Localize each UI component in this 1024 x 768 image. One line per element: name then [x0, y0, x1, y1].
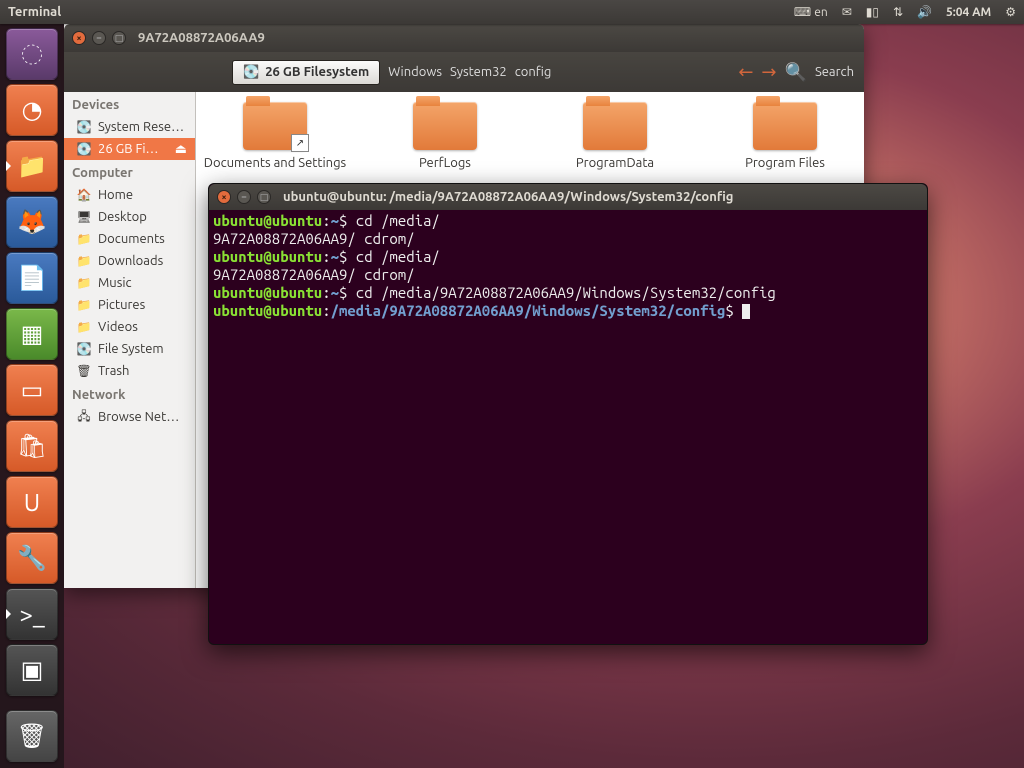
- keyboard-indicator[interactable]: ⌨ en: [794, 5, 828, 19]
- sidebar-heading: Devices: [64, 92, 195, 116]
- terminal-window: × – □ ubuntu@ubuntu: /media/9A72A08872A0…: [208, 183, 928, 645]
- launcher-workspace[interactable]: ▣: [6, 644, 58, 696]
- file-manager-titlebar[interactable]: × – □ 9A72A08872A06AA9: [64, 24, 864, 52]
- launcher-calc[interactable]: ▦: [6, 308, 58, 360]
- sidebar-item[interactable]: 💽 File System: [64, 338, 195, 360]
- drive-icon: 💽: [243, 65, 259, 80]
- window-close-icon[interactable]: ×: [217, 190, 231, 204]
- sidebar-item[interactable]: 🖧 Browse Net…: [64, 406, 195, 428]
- network-indicator[interactable]: ⇅: [893, 5, 903, 19]
- window-close-icon[interactable]: ×: [72, 31, 86, 45]
- nav-back-icon[interactable]: ←: [738, 62, 753, 83]
- launcher-firefox[interactable]: 🦊: [6, 196, 58, 248]
- terminal-output[interactable]: ubuntu@ubuntu:~$ cd /media/ 9A72A08872A0…: [209, 210, 927, 644]
- sidebar-item[interactable]: 📁 Pictures: [64, 294, 195, 316]
- launcher-disk-install[interactable]: ◔: [6, 84, 58, 136]
- sidebar-item-label: Documents: [98, 232, 165, 246]
- place-icon: 📁: [76, 275, 92, 291]
- launcher-settings[interactable]: 🔧: [6, 532, 58, 584]
- folder-label: Documents and Settings: [200, 156, 350, 170]
- sidebar-item[interactable]: 🖥 Desktop: [64, 206, 195, 228]
- sidebar-item[interactable]: 📁 Music: [64, 272, 195, 294]
- terminal-title: ubuntu@ubuntu: /media/9A72A08872A06AA9/W…: [283, 190, 733, 204]
- breadcrumb-seg[interactable]: System32: [450, 65, 507, 79]
- sidebar-item[interactable]: 📁 Downloads: [64, 250, 195, 272]
- place-icon: 🖥: [76, 209, 92, 225]
- launcher-software[interactable]: 🛍: [6, 420, 58, 472]
- sidebar-item-label: Trash: [98, 364, 129, 378]
- top-panel: Terminal ⌨ en ✉ ▮▯ ⇅ 🔊 5:04 AM ⚙: [0, 0, 1024, 24]
- file-manager-title: 9A72A08872A06AA9: [138, 31, 265, 45]
- clock[interactable]: 5:04 AM: [946, 6, 991, 19]
- sidebar-item-label: Browse Net…: [98, 410, 179, 424]
- sidebar-item-label: Pictures: [98, 298, 145, 312]
- launcher-ubuntu-one[interactable]: U: [6, 476, 58, 528]
- folder-label: PerfLogs: [370, 156, 520, 170]
- folder-icon: [753, 102, 817, 150]
- sidebar-heading: Network: [64, 382, 195, 406]
- place-icon: 💽: [76, 141, 92, 157]
- place-icon: 📁: [76, 319, 92, 335]
- launcher-writer[interactable]: 📄: [6, 252, 58, 304]
- launcher-trash[interactable]: 🗑: [6, 710, 58, 762]
- file-manager-toolbar: 💽 26 GB Filesystem Windows System32 conf…: [64, 52, 864, 92]
- window-minimize-icon[interactable]: –: [237, 190, 251, 204]
- folder-label: Program Files: [710, 156, 860, 170]
- place-icon: 📁: [76, 297, 92, 313]
- folder-icon: [583, 102, 647, 150]
- sidebar-item[interactable]: 📁 Documents: [64, 228, 195, 250]
- sidebar-item-label: Videos: [98, 320, 138, 334]
- place-icon: 💽: [76, 341, 92, 357]
- breadcrumb-seg[interactable]: config: [515, 65, 552, 79]
- sidebar-item[interactable]: 💽 26 GB Fi… ⏏: [64, 138, 195, 160]
- terminal-titlebar[interactable]: × – □ ubuntu@ubuntu: /media/9A72A08872A0…: [209, 184, 927, 210]
- indicator-area: ⌨ en ✉ ▮▯ ⇅ 🔊 5:04 AM ⚙: [794, 5, 1024, 19]
- window-maximize-icon[interactable]: □: [257, 190, 271, 204]
- sidebar-item-label: File System: [98, 342, 164, 356]
- sidebar-item-label: Downloads: [98, 254, 163, 268]
- launcher: ◌◔📁🦊📄▦▭🛍U🔧>_▣ 🗑: [0, 24, 64, 768]
- search-icon[interactable]: 🔍: [785, 62, 807, 83]
- focused-app-title: Terminal: [0, 5, 794, 19]
- window-maximize-icon[interactable]: □: [112, 31, 126, 45]
- folder-icon: [243, 102, 307, 150]
- sidebar-item[interactable]: 💽 System Rese…: [64, 116, 195, 138]
- eject-icon[interactable]: ⏏: [175, 142, 187, 157]
- launcher-dash[interactable]: ◌: [6, 28, 58, 80]
- launcher-terminal[interactable]: >_: [6, 588, 58, 640]
- nav-forward-icon[interactable]: →: [761, 62, 776, 83]
- battery-indicator[interactable]: ▮▯: [866, 5, 879, 19]
- sidebar-item-label: Music: [98, 276, 132, 290]
- place-icon: 📁: [76, 253, 92, 269]
- sound-indicator[interactable]: 🔊: [917, 5, 932, 19]
- sidebar-item[interactable]: 📁 Videos: [64, 316, 195, 338]
- sidebar-item[interactable]: 🗑 Trash: [64, 360, 195, 382]
- folder-icon: [413, 102, 477, 150]
- place-icon: 📁: [76, 231, 92, 247]
- sidebar-item-label: Home: [98, 188, 133, 202]
- sidebar-item-label: System Rese…: [98, 120, 184, 134]
- launcher-impress[interactable]: ▭: [6, 364, 58, 416]
- folder-label: ProgramData: [540, 156, 690, 170]
- place-icon: 🏠: [76, 187, 92, 203]
- path-root-button[interactable]: 💽 26 GB Filesystem: [232, 60, 380, 85]
- window-minimize-icon[interactable]: –: [92, 31, 106, 45]
- place-icon: 🖧: [76, 409, 92, 425]
- sidebar-item-label: Desktop: [98, 210, 147, 224]
- breadcrumb-seg[interactable]: Windows: [388, 65, 442, 79]
- search-label[interactable]: Search: [815, 65, 854, 79]
- messages-indicator[interactable]: ✉: [842, 5, 852, 19]
- sidebar-heading: Computer: [64, 160, 195, 184]
- place-icon: 🗑: [76, 363, 92, 379]
- place-icon: 💽: [76, 119, 92, 135]
- session-indicator[interactable]: ⚙: [1005, 5, 1016, 19]
- sidebar-item-label: 26 GB Fi…: [98, 142, 158, 156]
- launcher-files[interactable]: 📁: [6, 140, 58, 192]
- sidebar-item[interactable]: 🏠 Home: [64, 184, 195, 206]
- file-manager-sidebar: Devices💽System Rese…💽26 GB Fi…⏏Computer🏠…: [64, 92, 196, 588]
